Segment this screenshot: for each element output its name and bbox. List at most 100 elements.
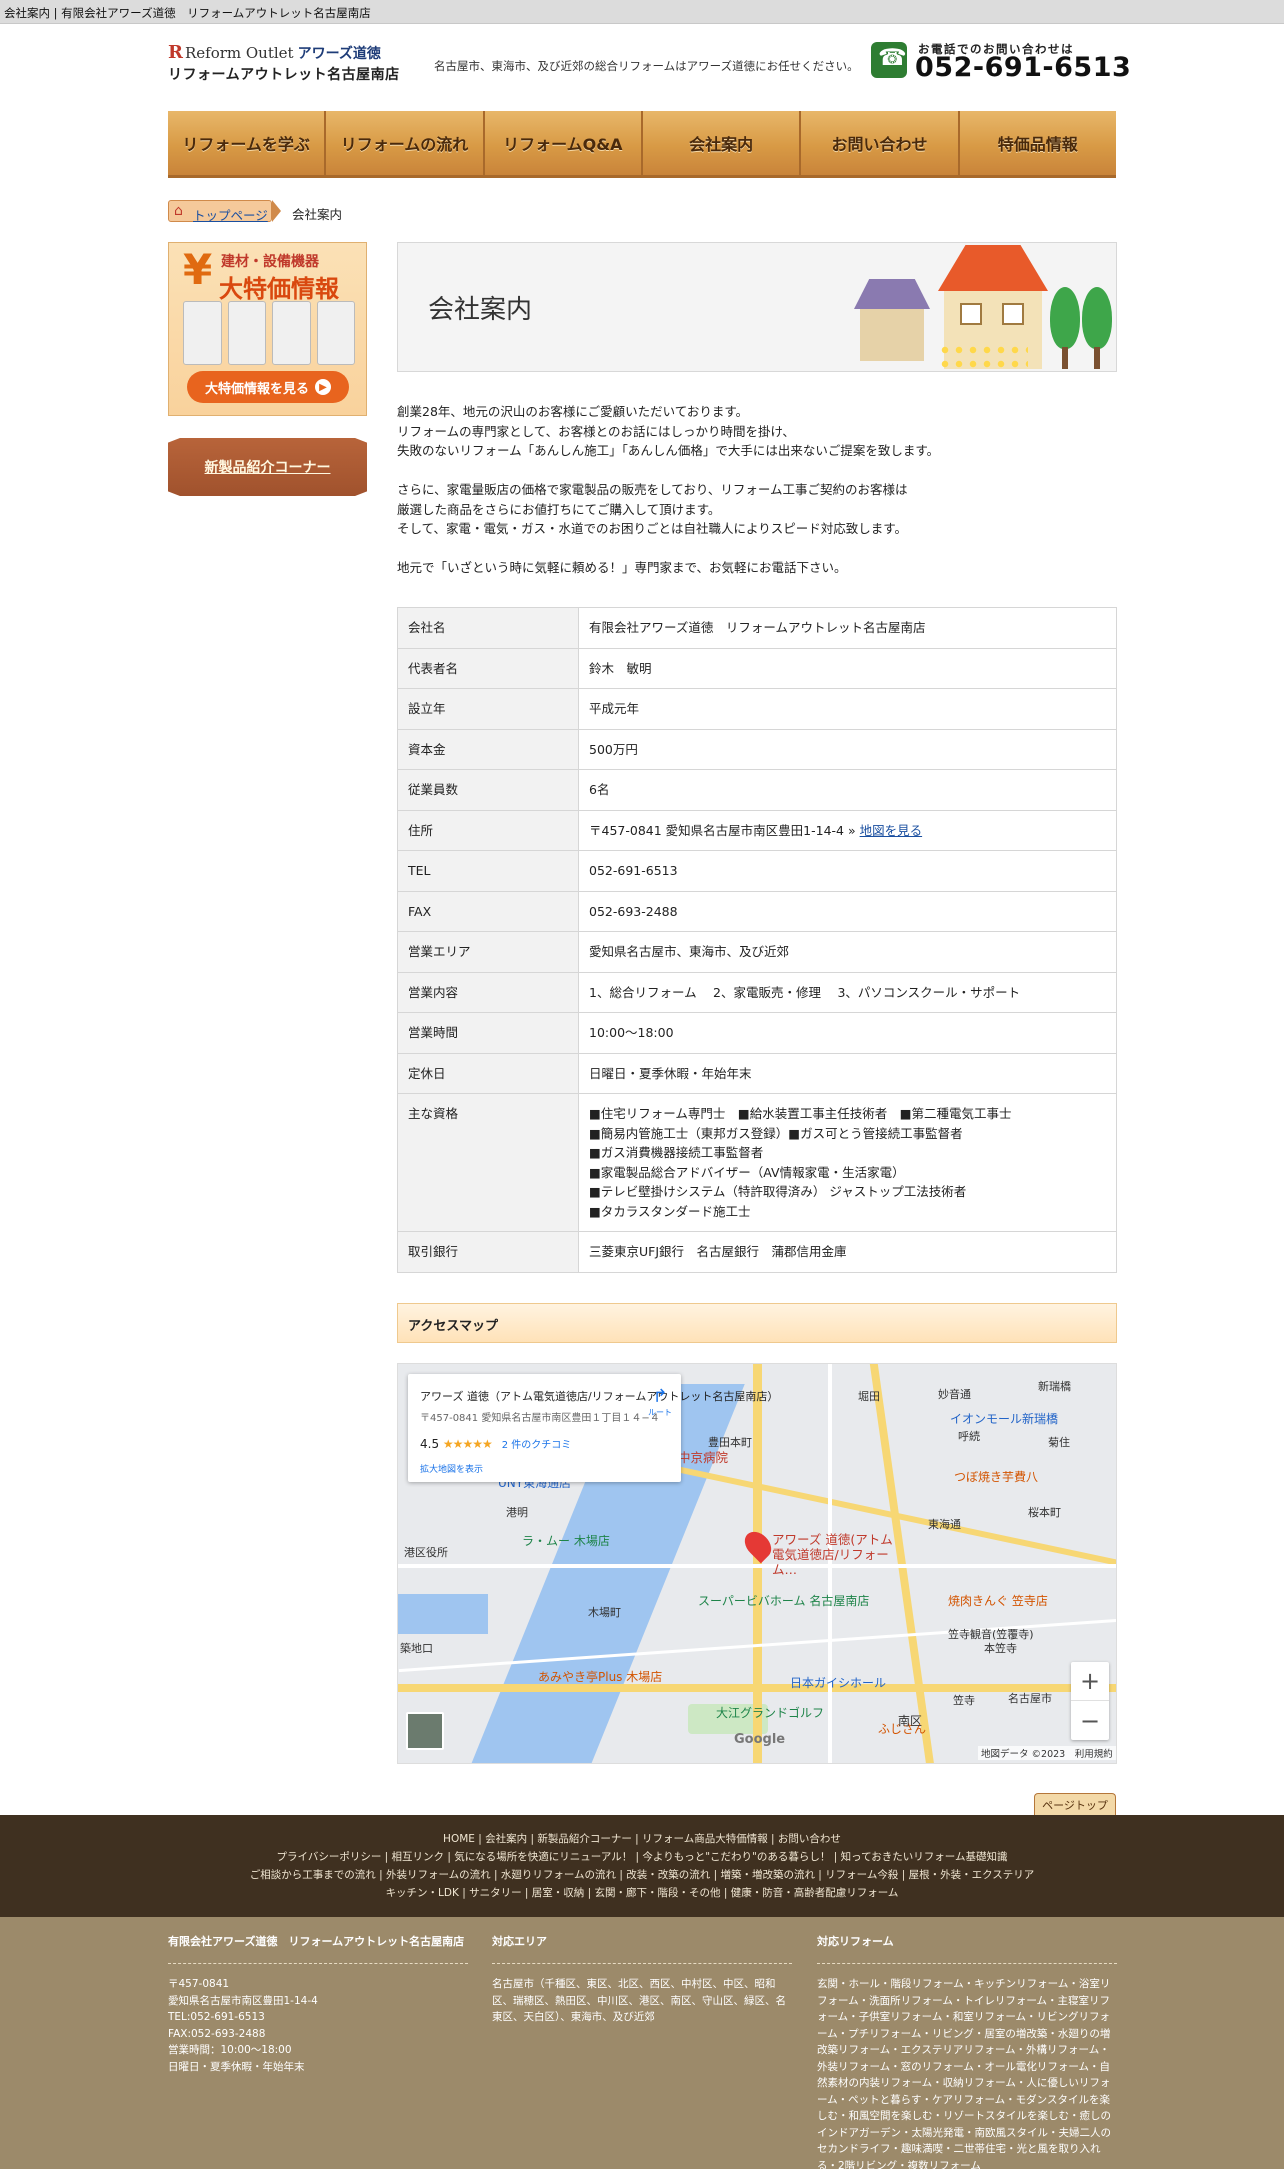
footer-company-details: 〒457-0841 愛知県名古屋市南区豊田1-14-4 TEL:052-691-…: [168, 1964, 468, 2075]
footer-tel: TEL:052-691-6513: [168, 2011, 265, 2023]
footer-area-text: 名古屋市（千種区、東区、北区、西区、中村区、中区、昭和区、瑞穂区、熱田区、中川区…: [492, 1978, 786, 2023]
breadcrumb-home[interactable]: ⌂ トップページ: [168, 200, 272, 224]
site-header: R Reform Outlet アワーズ道徳 リフォームアウトレット名古屋南店 名古…: [168, 42, 1131, 86]
map-attribution[interactable]: 地図データ ©2023 利用規約 地図の誤りを報告: [978, 1746, 1116, 1760]
google-map[interactable]: 豊田本町 中京病院 イオンモール新瑞橋 つぼ焼き芋費八 UNY東海通店 ラ・ムー…: [397, 1363, 1117, 1764]
nav-reform-qa[interactable]: リフォームQ&A: [484, 111, 643, 178]
table-row: 取引銀行 三菱東京UFJ銀行 名古屋銀行 蒲郡信用金庫: [397, 1231, 1117, 1273]
appliance-image: [316, 301, 355, 365]
header-tagline: 名古屋市、東海市、及び近郊の総合リフォームはアワーズ道徳にお任せください。: [434, 59, 859, 73]
new-products-label: 新製品紹介コーナー: [204, 460, 331, 476]
map-label: 港区役所: [404, 1546, 448, 1559]
new-products-banner[interactable]: 新製品紹介コーナー: [168, 438, 367, 496]
table-row: 資本金 500万円: [397, 728, 1117, 770]
row-key: 主な資格: [397, 1093, 579, 1232]
table-row: 従業員数 6名: [397, 769, 1117, 811]
row-value: 052-691-6513: [578, 850, 1117, 892]
page-top-button[interactable]: ページトップ: [1034, 1793, 1116, 1815]
footer-company-column: 有限会社アワーズ道徳 リフォームアウトレット名古屋南店 〒457-0841 愛知…: [168, 1933, 468, 2075]
row-value: 日曜日・夏季休暇・年始年末: [578, 1052, 1117, 1094]
row-key: TEL: [397, 850, 579, 892]
nav-company[interactable]: 会社案内: [642, 111, 802, 178]
footer-area-column: 対応エリア 名古屋市（千種区、東区、北区、西区、中村区、中区、昭和区、瑞穂区、熱…: [492, 1933, 792, 2026]
map-label: 桜本町: [1028, 1506, 1061, 1519]
home-icon: ⌂: [174, 203, 183, 219]
view-map-link[interactable]: 地図を見る: [860, 823, 923, 838]
map-marker-label[interactable]: アワーズ 道徳(アトム電気道徳店/リフォーム…: [772, 1532, 904, 1577]
qualification-item: ■ガス消費機器接続工事監督者: [589, 1145, 764, 1160]
specials-banner-title: 大特価情報: [219, 275, 339, 303]
satellite-toggle[interactable]: [406, 1712, 444, 1750]
table-row: 代表者名 鈴木 敏明: [397, 647, 1117, 689]
zoom-out-button[interactable]: −: [1071, 1701, 1109, 1740]
footer-nav: HOME | 会社案内 | 新製品紹介コーナー | リフォーム商品大特価情報 |…: [0, 1815, 1284, 1917]
reviews-link[interactable]: 2 件のクチコミ: [502, 1440, 572, 1451]
qualification-item: ■住宅リフォーム専門士 ■給水装置工事主任技術者 ■第二種電気工事士: [589, 1106, 1012, 1121]
appliance-image: [183, 301, 222, 365]
map-label: 日本ガイシホール: [790, 1676, 887, 1690]
browser-tab-title[interactable]: 会社案内 | 有限会社アワーズ道徳 リフォームアウトレット名古屋南店: [4, 5, 371, 21]
row-key: FAX: [397, 890, 579, 932]
nav-reform-flow[interactable]: リフォームの流れ: [326, 111, 485, 178]
map-label: 菊住: [1048, 1436, 1070, 1449]
specials-banner[interactable]: ¥ 建材・設備機器 大特価情報 大特価情報を見る ▶: [168, 242, 367, 416]
phone-number[interactable]: 052-691-6513: [915, 52, 1131, 83]
row-value: ■住宅リフォーム専門士 ■給水装置工事主任技術者 ■第二種電気工事士 ■簡易内管…: [578, 1093, 1117, 1232]
row-key: 営業内容: [397, 971, 579, 1013]
breadcrumb-home-link[interactable]: トップページ: [193, 205, 268, 224]
larger-map-link[interactable]: 拡大地図を表示: [420, 1462, 483, 1475]
place-address: 〒457-0841 愛知県名古屋市南区豊田１丁目１４−４: [420, 1413, 660, 1424]
row-value: 500万円: [578, 728, 1117, 770]
specials-banner-button[interactable]: 大特価情報を見る ▶: [187, 371, 349, 403]
logo-store-name[interactable]: リフォームアウトレット名古屋南店: [168, 64, 400, 84]
map-label: つぼ焼き芋費八: [954, 1470, 1039, 1484]
footer-nav-links[interactable]: HOME | 会社案内 | 新製品紹介コーナー | リフォーム商品大特価情報 |…: [0, 1831, 1284, 1846]
page-title-box: 会社案内: [397, 242, 1117, 372]
nav-contact[interactable]: お問い合わせ: [801, 111, 960, 178]
footer-area-heading: 対応エリア: [492, 1933, 792, 1964]
site-logo[interactable]: R Reform Outlet アワーズ道徳: [168, 42, 381, 63]
map-label: 妙音通: [938, 1388, 971, 1401]
row-key: 代表者名: [397, 647, 579, 689]
map-label: 豊田本町: [708, 1436, 752, 1449]
map-label: 中京病院: [678, 1450, 729, 1465]
map-label: 木場町: [588, 1606, 621, 1619]
breadcrumb-current: 会社案内: [292, 207, 343, 222]
row-key: 営業時間: [397, 1012, 579, 1054]
specials-banner-button-label: 大特価情報を見る: [204, 381, 309, 397]
directions-button[interactable]: ↱ ルート: [646, 1386, 674, 1420]
row-value: 6名: [578, 769, 1117, 811]
footer-nav-links[interactable]: プライバシーポリシー | 相互リンク | 気になる場所を快適にリニューアル！ |…: [0, 1849, 1284, 1864]
logo-outlet-text: Reform Outlet: [184, 44, 294, 62]
location-pin-icon[interactable]: [739, 1526, 777, 1564]
company-info-table: 会社名 有限会社アワーズ道徳 リフォームアウトレット名古屋南店 代表者名 鈴木 敏明…: [397, 607, 1117, 1273]
logo-mark-icon: R: [168, 42, 183, 63]
nav-learn-reform[interactable]: リフォームを学ぶ: [168, 111, 327, 178]
table-row: 営業内容 1、総合リフォーム 2、家電販売・修理 3、パソコンスクール・サポート: [397, 971, 1117, 1013]
zoom-in-button[interactable]: +: [1071, 1662, 1109, 1701]
row-value: 10:00～18:00: [578, 1012, 1117, 1054]
map-label: スーパービバホーム 名古屋南店: [698, 1594, 870, 1608]
play-arrow-icon: ▶: [315, 379, 331, 395]
place-title: アワーズ 道徳（アトム電気道徳店/リフォームアウトレット名古屋南店）: [420, 1390, 779, 1403]
footer-nav-links[interactable]: ご相談から工事までの流れ | 外装リフォームの流れ | 水廻りリフォームの流れ …: [0, 1867, 1284, 1882]
map-label: 港明: [506, 1506, 528, 1519]
specials-banner-subtitle: 建材・設備機器: [221, 254, 319, 270]
map-label: 焼肉きんぐ 笠寺店: [948, 1594, 1048, 1608]
row-value: 〒457-0841 愛知県名古屋市南区豊田1-14-4 » 地図を見る: [578, 809, 1117, 851]
address-text: 〒457-0841 愛知県名古屋市南区豊田1-14-4 »: [589, 822, 860, 838]
intro-paragraph: さらに、家電量販店の価格で家電製品の販売をしており、リフォーム工事ご契約のお客様…: [397, 482, 908, 536]
star-rating-icon: ★★★★★: [442, 1437, 493, 1451]
table-row: 定休日 日曜日・夏季休暇・年始年末: [397, 1052, 1117, 1094]
row-key: 取引銀行: [397, 1231, 579, 1273]
footer-nav-links[interactable]: キッチン・LDK | サニタリー | 居室・収納 | 玄関・廊下・階段・その他 …: [0, 1885, 1284, 1900]
table-row: 営業エリア 愛知県名古屋市、東海市、及び近郊: [397, 931, 1117, 973]
qualification-item: ■テレビ壁掛けシステム（特許取得済み） ジャストップ工法技術者: [589, 1184, 967, 1199]
nav-specials[interactable]: 特価品情報: [959, 111, 1116, 178]
breadcrumb-arrow-icon: [272, 200, 281, 222]
row-value: 平成元年: [578, 688, 1117, 730]
table-row: FAX 052-693-2488: [397, 890, 1117, 932]
row-value: 愛知県名古屋市、東海市、及び近郊: [578, 931, 1117, 973]
row-value: 052-693-2488: [578, 890, 1117, 932]
row-key: 定休日: [397, 1052, 579, 1094]
